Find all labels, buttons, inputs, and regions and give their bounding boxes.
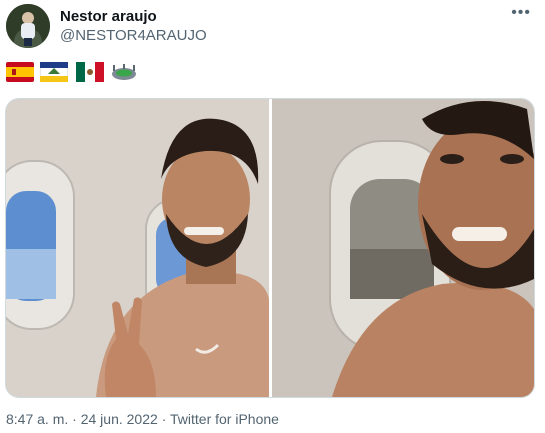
tweet-footer: 8:47 a. m. · 24 jun. 2022 · Twitter for … [6, 411, 279, 427]
author-handle[interactable]: @NESTOR4ARAUJO [60, 27, 207, 44]
tweet-date[interactable]: 24 jun. 2022 [81, 411, 158, 427]
tweet-photo-2[interactable] [272, 99, 534, 397]
more-options-icon[interactable]: ••• [511, 4, 531, 22]
tweet-source[interactable]: Twitter for iPhone [170, 411, 279, 427]
author-display-name[interactable]: Nestor araujo [60, 8, 157, 25]
tweet-photo-1[interactable] [6, 99, 269, 397]
mexico-flag-icon [76, 62, 104, 82]
tweet-media-grid [5, 98, 535, 398]
footer-separator: · [161, 411, 167, 427]
tweet-time[interactable]: 8:47 a. m. [6, 411, 68, 427]
footer-separator: · [72, 411, 77, 427]
stadium-icon [112, 64, 136, 80]
jalisco-flag-icon [40, 62, 68, 82]
spain-flag-icon [6, 62, 34, 82]
avatar[interactable] [6, 4, 50, 48]
